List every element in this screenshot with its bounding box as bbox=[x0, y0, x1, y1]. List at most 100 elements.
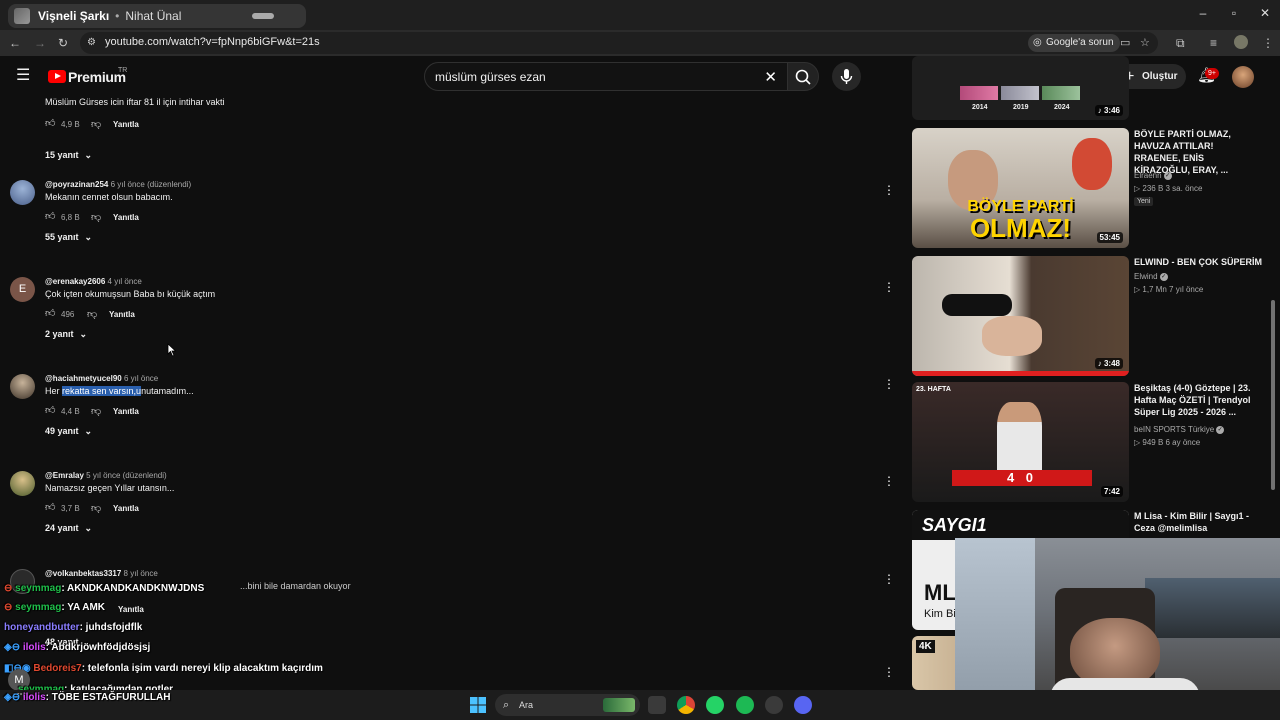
like-icon[interactable]: 👍︎ bbox=[45, 309, 55, 319]
media-icon[interactable]: ≡ bbox=[1210, 36, 1217, 50]
spotify-icon[interactable] bbox=[736, 696, 754, 714]
comment-author[interactable]: @haciahmetyucel90 bbox=[45, 374, 122, 383]
discord-icon[interactable] bbox=[794, 696, 812, 714]
video-meta: ▷ 949 B 6 ay önce bbox=[1134, 438, 1201, 447]
commenter-avatar[interactable] bbox=[10, 374, 35, 399]
comment-actions: 👍︎ 4,9 B 👎︎ Yanıtla bbox=[45, 118, 139, 131]
comment-actions: 👍︎ 496 👎︎ Yanıtla bbox=[45, 308, 135, 321]
video-title[interactable]: Beşiktaş (4-0) Göztepe | 23. Hafta Maç Ö… bbox=[1134, 382, 1262, 418]
browser-tab[interactable]: Vişneli Şarkı • Nihat Ünal bbox=[8, 4, 306, 28]
browser-menu-icon[interactable]: ⋮ bbox=[1262, 36, 1274, 50]
maximize-icon[interactable]: ▫ bbox=[1227, 6, 1241, 20]
like-count: 4,4 B bbox=[61, 406, 80, 416]
chat-username: honeyandbutter bbox=[4, 622, 80, 633]
related-video-item[interactable]: ♪ 3:48 ELWIND - BEN ÇOK SÜPERİM Elwind ✓ … bbox=[912, 256, 1272, 376]
windows-start-icon[interactable] bbox=[470, 697, 486, 713]
close-window-icon[interactable]: ✕ bbox=[1258, 6, 1272, 20]
video-thumbnail[interactable]: 2014 2019 2024 ♪ 3:46 bbox=[912, 56, 1129, 120]
reply-button[interactable]: Yanıtla bbox=[113, 213, 139, 222]
address-bar[interactable]: ⚙ youtube.com/watch?v=fpNnp6biGFw&t=21s … bbox=[80, 32, 1158, 54]
dislike-icon[interactable]: 👎︎ bbox=[91, 405, 113, 417]
like-icon[interactable]: 👍︎ bbox=[45, 503, 55, 513]
clear-search-icon[interactable]: ✕ bbox=[764, 68, 777, 86]
chat-message: ◈⊖ ilolis: Abdkrjöwhfödjdösjsj bbox=[4, 642, 150, 653]
minimize-icon[interactable]: – bbox=[1196, 6, 1210, 20]
view-replies-button[interactable]: 2 yanıt ⌄ bbox=[45, 329, 87, 340]
reply-button[interactable]: Yanıtla bbox=[113, 407, 139, 416]
tab-favicon-icon bbox=[14, 8, 30, 24]
video-thumbnail[interactable]: 23. HAFTA 4 0 7:42 bbox=[912, 382, 1129, 502]
google-ask-chip[interactable]: ◎ Google'a sorun bbox=[1028, 34, 1120, 52]
extensions-icon[interactable]: ⧉ bbox=[1176, 36, 1185, 50]
sidebar-scrollbar[interactable] bbox=[1271, 300, 1275, 490]
google-ask-label: Google'a sorun bbox=[1046, 37, 1114, 48]
dislike-icon[interactable]: 👎︎ bbox=[91, 502, 113, 514]
comment-author[interactable]: @volkanbektas3317 bbox=[45, 569, 121, 578]
taskbar-search-placeholder: Ara bbox=[519, 700, 534, 710]
cast-icon[interactable]: ▭ bbox=[1120, 36, 1130, 50]
selected-text: rekatta sen varsın,u bbox=[62, 386, 142, 396]
like-icon[interactable]: 👍︎ bbox=[45, 119, 55, 129]
channel-name[interactable]: Elraenn ✓ bbox=[1134, 171, 1172, 180]
bookmark-star-icon[interactable]: ☆ bbox=[1140, 36, 1150, 50]
taskbar-search[interactable]: ⌕ Ara bbox=[495, 694, 640, 716]
dislike-icon[interactable]: 👎︎ bbox=[91, 211, 113, 223]
comment-more-icon[interactable]: ⋮ bbox=[883, 665, 895, 679]
reply-button[interactable]: Yanıtla bbox=[113, 120, 139, 129]
back-icon[interactable]: ← bbox=[9, 36, 21, 50]
reply-button[interactable]: Yanıtla bbox=[113, 504, 139, 513]
reply-button[interactable]: Yanıtla bbox=[118, 605, 144, 614]
whatsapp-icon[interactable] bbox=[706, 696, 724, 714]
video-thumbnail[interactable]: ♪ 3:48 bbox=[912, 256, 1129, 376]
video-title[interactable]: BÖYLE PARTİ OLMAZ, HAVUZA ATTILAR! RRAEN… bbox=[1134, 128, 1262, 176]
view-replies-button[interactable]: 24 yanıt ⌄ bbox=[45, 523, 92, 534]
dislike-icon[interactable]: 👎︎ bbox=[87, 308, 109, 320]
comment-more-icon[interactable]: ⋮ bbox=[883, 183, 895, 197]
comment-text-start: Her bbox=[45, 386, 63, 396]
chat-username: Bedoreis7 bbox=[33, 663, 82, 674]
obs-icon[interactable] bbox=[765, 696, 783, 714]
dislike-icon[interactable]: 👎︎ bbox=[91, 118, 113, 130]
video-title[interactable]: M Lisa - Kim Bilir | Saygı1 - Ceza @meli… bbox=[1134, 510, 1262, 534]
view-replies-button[interactable]: 55 yanıt ⌄ bbox=[45, 232, 92, 243]
video-thumbnail[interactable]: BÖYLE PARTİ OLMAZ! 53:45 bbox=[912, 128, 1129, 248]
related-video-item[interactable]: 2014 2019 2024 ♪ 3:46 bbox=[912, 56, 1272, 120]
related-video-item[interactable]: BÖYLE PARTİ OLMAZ! 53:45 BÖYLE PARTİ OLM… bbox=[912, 128, 1272, 248]
search-input[interactable]: müslüm gürses ezan bbox=[435, 70, 546, 84]
comment-more-icon[interactable]: ⋮ bbox=[883, 572, 895, 586]
profile-icon[interactable] bbox=[1234, 35, 1248, 49]
comment-author[interactable]: @Emralay bbox=[45, 471, 84, 480]
replies-count: 49 yanıt bbox=[45, 426, 79, 436]
reply-button[interactable]: Yanıtla bbox=[109, 310, 135, 319]
site-info-icon[interactable]: ⚙ bbox=[87, 36, 96, 50]
forward-icon[interactable]: → bbox=[34, 36, 46, 50]
reload-icon[interactable]: ↻ bbox=[58, 36, 68, 50]
comment-author[interactable]: @erenakay2606 bbox=[45, 277, 105, 286]
comment-time: 4 yıl önce bbox=[107, 277, 142, 286]
commenter-avatar[interactable]: E bbox=[10, 277, 35, 302]
related-video-item[interactable]: 23. HAFTA 4 0 7:42 Beşiktaş (4-0) Göztep… bbox=[912, 382, 1272, 502]
hamburger-menu-icon[interactable]: ☰ bbox=[16, 68, 30, 84]
like-icon[interactable]: 👍︎ bbox=[45, 212, 55, 222]
like-icon[interactable]: 👍︎ bbox=[45, 406, 55, 416]
comment-more-icon[interactable]: ⋮ bbox=[883, 377, 895, 391]
commenter-avatar[interactable] bbox=[10, 180, 35, 205]
chat-username: ilolis bbox=[22, 642, 46, 653]
chat-message: ◧⊖◉ Bedoreis7: telefonla işim vardı nere… bbox=[4, 663, 323, 674]
channel-name[interactable]: beIN SPORTS Türkiye ✓ bbox=[1134, 425, 1225, 434]
youtube-logo-icon[interactable] bbox=[48, 70, 66, 83]
verified-check-icon: ✓ bbox=[1159, 272, 1168, 281]
comment-more-icon[interactable]: ⋮ bbox=[883, 280, 895, 294]
commenter-avatar[interactable] bbox=[10, 471, 35, 496]
comment-author[interactable]: @poyrazinan254 bbox=[45, 180, 108, 189]
chrome-icon[interactable] bbox=[677, 696, 695, 714]
comment-text: Her rekatta sen varsın,unutamadım... bbox=[45, 386, 194, 396]
comment-text: Namazsız geçen Yıllar utansın... bbox=[45, 483, 175, 493]
channel-name[interactable]: Elwind ✓ bbox=[1134, 272, 1168, 281]
comment-more-icon[interactable]: ⋮ bbox=[883, 474, 895, 488]
video-title[interactable]: ELWIND - BEN ÇOK SÜPERİM bbox=[1134, 256, 1262, 268]
view-replies-button[interactable]: 15 yanıt ⌄ bbox=[45, 150, 92, 161]
url-text[interactable]: youtube.com/watch?v=fpNnp6biGFw&t=21s bbox=[105, 36, 320, 48]
task-view-icon[interactable] bbox=[648, 696, 666, 714]
view-replies-button[interactable]: 49 yanıt ⌄ bbox=[45, 426, 92, 437]
